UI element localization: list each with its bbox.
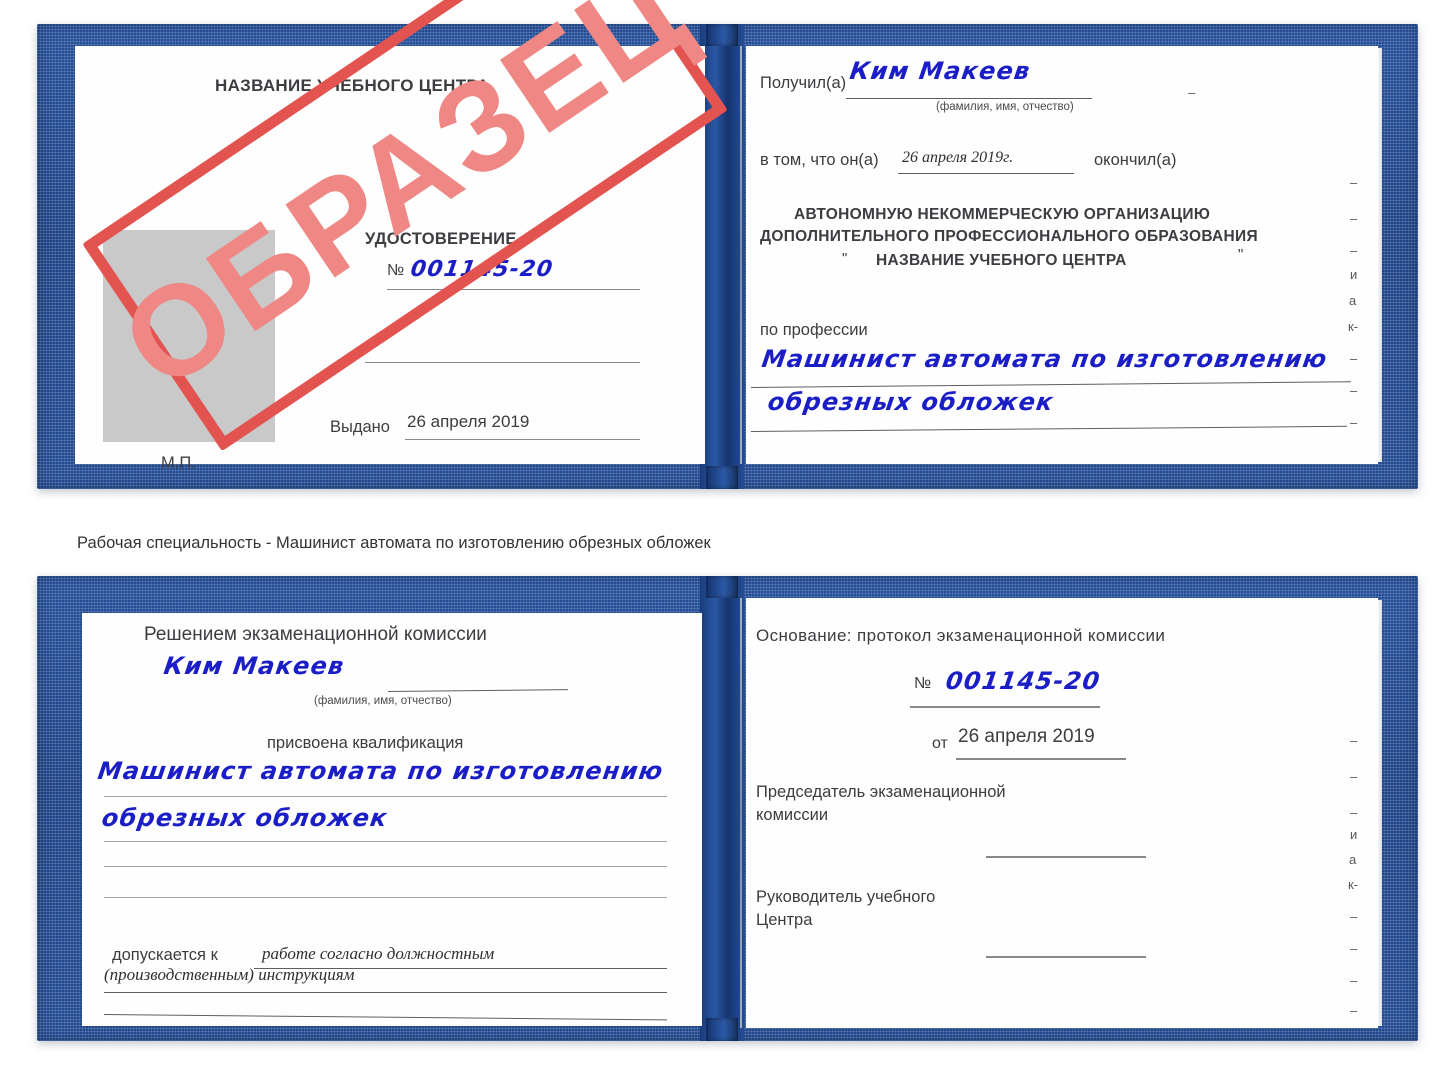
chairman-signature-rule [986,856,1146,858]
edge-fragment-top-4: и [1350,267,1358,282]
edge-fragment-bottom-6: к- [1348,877,1359,892]
organization-line-3: НАЗВАНИЕ УЧЕБНОГО ЦЕНТРА [876,252,1127,269]
received-rule [846,98,1092,99]
edge-fragment-bottom-3: – [1350,805,1358,820]
head-label-line-1: Руководитель учебного [756,888,936,906]
protocol-date-value: 26 апреля 2019 [958,726,1095,747]
edge-fragment-bottom-4: и [1350,827,1358,842]
protocol-number-label: № [914,675,932,692]
profession-rule-1 [750,381,1351,388]
finished-label: окончил(а) [1094,151,1177,169]
certificate-number-rule [387,289,640,290]
gutter-line-top [740,46,742,464]
training-center-name-top: НАЗВАНИЕ УЧЕБНОГО ЦЕНТРА [215,76,490,95]
edge-fragment-bottom-10: – [1350,1003,1358,1018]
book-spine-top [700,24,744,489]
edge-fragment-top-9: – [1350,415,1358,430]
blank-rule-1 [365,362,640,363]
head-signature-rule [986,956,1146,958]
decision-title: Решением экзаменационной комиссии [144,624,487,645]
qualification-value-line-1: Машинист автомата по изготовлению [96,757,666,785]
protocol-number-rule [910,706,1100,708]
protocol-date-rule [956,758,1126,760]
chairman-label-line-1: Председатель экзаменационной [756,783,1006,801]
page-top-left: НАЗВАНИЕ УЧЕБНОГО ЦЕНТРА УДОСТОВЕРЕНИЕ №… [75,46,705,472]
organization-line-1: АВТОНОМНУЮ НЕКОММЕРЧЕСКУЮ ОРГАНИЗАЦИЮ [794,206,1211,223]
certificate-number-value: 001145-20 [409,257,555,282]
seal-place-label: М.П. [161,454,196,472]
received-hint: (фамилия, имя, отчество) [936,101,1074,113]
allowed-value-line-1: работе согласно должностным [262,944,495,963]
protocol-date-label: от [932,735,948,752]
edge-fragment-bottom-7: – [1350,909,1358,924]
qualification-rule-1 [104,796,667,797]
completion-date-value: 26 апреля 2019г. [902,149,1014,166]
organization-quote-close: " [1238,246,1244,263]
received-value: Ким Макеев [848,57,1033,85]
organization-quote-open: " [842,250,848,267]
edge-fragment-top-6: к- [1348,319,1359,334]
qualification-label: присвоена квалификация [267,734,464,752]
qualification-value-line-2: обрезных обложек [100,804,390,832]
in-that-label: в том, что он(а) [760,151,879,169]
certificate-number-label: № [387,262,405,279]
profession-value-line-1: Машинист автомата по изготовлению [760,345,1330,373]
edge-fragment-bottom-5: а [1349,852,1357,867]
edge-fragment-bottom-2: – [1350,769,1358,784]
profession-value-line-2: обрезных обложек [766,388,1056,416]
edge-fragment-top-3: – [1350,243,1358,258]
allowed-rule-2 [104,992,667,993]
edge-fragment-top-5: а [1349,293,1357,308]
edge-fragment-top-8: – [1350,383,1358,398]
received-label: Получил(а) [760,74,847,92]
qualification-rule-2 [104,841,667,842]
photo-placeholder [103,230,275,442]
edge-fragment-top-7: – [1350,351,1358,366]
spine-notch-top-bottom [706,576,738,598]
edge-dash-top: – [1188,85,1196,100]
book-spine-bottom [700,576,744,1041]
issued-value: 26 апреля 2019 [407,412,530,431]
page-top-right: Получил(а) Ким Макеев (фамилия, имя, отч… [740,46,1382,464]
image-caption: Рабочая специальность - Машинист автомат… [77,534,711,552]
head-label-line-2: Центра [756,911,813,929]
gutter-line-bottom [740,598,742,1028]
spine-notch-top [706,24,738,46]
basis-label: Основание: протокол экзаменационной коми… [756,626,1166,645]
edge-fragment-top-1: – [1350,175,1358,190]
allowed-rule-3 [103,1014,667,1021]
issued-label: Выдано [330,418,390,436]
qualification-rule-4 [104,897,667,898]
edge-fragment-bottom-1: – [1350,733,1358,748]
graduate-name-rule [387,689,568,692]
profession-label: по профессии [760,321,868,339]
chairman-label-line-2: комиссии [756,806,829,824]
page-bottom-left: Решением экзаменационной комиссии Ким Ма… [82,613,702,1026]
allowed-label: допускается к [112,946,218,964]
completion-date-rule [898,173,1074,174]
profession-rule-2 [750,425,1347,432]
protocol-number-value: 001145-20 [944,667,1103,695]
graduate-name-value: Ким Макеев [162,652,347,680]
allowed-value-line-2: (производственным) инструкциям [104,965,355,984]
document-type-label: УДОСТОВЕРЕНИЕ [365,230,517,248]
spine-notch-bottom-top [706,466,738,489]
edge-fragment-bottom-8: – [1350,941,1358,956]
issued-rule [405,439,640,440]
edge-fragment-top-2: – [1350,211,1358,226]
edge-fragment-bottom-9: – [1350,973,1358,988]
graduate-name-hint: (фамилия, имя, отчество) [314,695,452,707]
page-bottom-right: Основание: протокол экзаменационной коми… [740,598,1382,1028]
qualification-rule-3 [104,866,667,867]
organization-line-2: ДОПОЛНИТЕЛЬНОГО ПРОФЕССИОНАЛЬНОГО ОБРАЗО… [760,228,1258,245]
spine-notch-bottom-bottom [706,1018,738,1041]
